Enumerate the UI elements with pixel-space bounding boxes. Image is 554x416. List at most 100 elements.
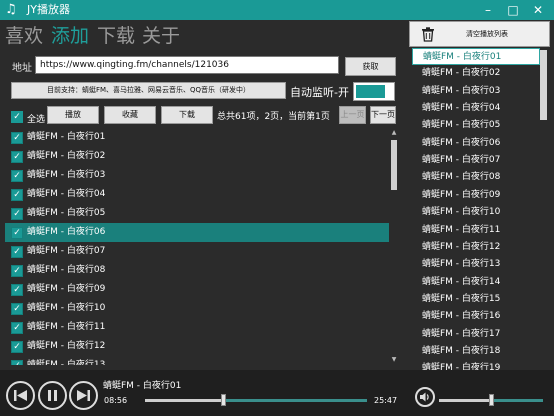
clear-playlist-label: 清空播放列表 (466, 30, 508, 38)
track-row[interactable]: ✓ 蜻蜓FM - 白夜行10 (5, 299, 389, 318)
playlist-item[interactable]: 蜻蜓FM - 白夜行15 (412, 291, 540, 308)
select-all-checkbox[interactable]: ✓ (11, 111, 23, 123)
playlist-item-title: 蜻蜓FM - 白夜行16 (422, 311, 501, 322)
playlist[interactable]: 蜻蜓FM - 白夜行01 蜻蜓FM - 白夜行02 蜻蜓FM - 白夜行03 蜻蜓FM… (412, 48, 540, 370)
progress-fill (145, 399, 223, 402)
track-list[interactable]: ✓ 蜻蜓FM - 白夜行01 ✓ 蜻蜓FM - 白夜行02 ✓ 蜻蜓FM - 白夜行03 ✓… (5, 128, 389, 365)
track-row[interactable]: ✓ 蜻蜓FM - 白夜行04 (5, 185, 389, 204)
track-checkbox[interactable]: ✓ (11, 170, 23, 182)
playlist-item-title: 蜻蜓FM - 白夜行02 (422, 68, 501, 79)
playlist-item-title: 蜻蜓FM - 白夜行05 (422, 120, 501, 131)
playlist-item[interactable]: 蜻蜓FM - 白夜行19 (412, 360, 540, 370)
playlist-item[interactable]: 蜻蜓FM - 白夜行05 (412, 117, 540, 134)
track-title: 蜻蜓FM - 白夜行11 (27, 322, 106, 332)
track-checkbox[interactable]: ✓ (11, 208, 23, 220)
playlist-item-title: 蜻蜓FM - 白夜行12 (422, 241, 501, 252)
playlist-item-title: 蜻蜓FM - 白夜行03 (422, 85, 501, 96)
playlist-item[interactable]: 蜻蜓FM - 白夜行16 (412, 308, 540, 325)
maximize-icon[interactable]: □ (502, 0, 524, 20)
track-row[interactable]: ✓ 蜻蜓FM - 白夜行01 (5, 128, 389, 147)
download-button[interactable]: 下载 (161, 106, 213, 124)
track-title: 蜻蜓FM - 白夜行06 (27, 227, 106, 237)
playlist-item-title: 蜻蜓FM - 白夜行07 (422, 155, 501, 166)
track-row[interactable]: ✓ 蜻蜓FM - 白夜行02 (5, 147, 389, 166)
total-time: 25:47 (374, 396, 398, 405)
tab-add[interactable]: 添加 (51, 24, 89, 48)
tab-about[interactable]: 关于 (142, 24, 180, 48)
playlist-item[interactable]: 蜻蜓FM - 白夜行06 (412, 135, 540, 152)
track-checkbox[interactable]: ✓ (11, 151, 23, 163)
scroll-down-icon[interactable]: ▼ (390, 356, 398, 364)
trash-icon (422, 27, 434, 42)
track-checkbox[interactable]: ✓ (11, 246, 23, 258)
volume-slider-thumb[interactable] (489, 394, 494, 406)
track-title: 蜻蜓FM - 白夜行07 (27, 246, 106, 256)
track-row[interactable]: ✓ 蜻蜓FM - 白夜行09 (5, 280, 389, 299)
playlist-item[interactable]: 蜻蜓FM - 白夜行11 (412, 222, 540, 239)
track-checkbox[interactable]: ✓ (11, 341, 23, 353)
playlist-item-title: 蜻蜓FM - 白夜行13 (422, 259, 501, 270)
playlist-item[interactable]: 蜻蜓FM - 白夜行12 (412, 239, 540, 256)
playlist-item[interactable]: 蜻蜓FM - 白夜行03 (412, 83, 540, 100)
track-checkbox[interactable]: ✓ (11, 189, 23, 201)
playlist-item[interactable]: 蜻蜓FM - 白夜行04 (412, 100, 540, 117)
auto-monitor-toggle[interactable] (353, 82, 395, 101)
address-input[interactable] (35, 56, 339, 74)
favorite-button[interactable]: 收藏 (104, 106, 156, 124)
fetch-button[interactable]: 获取 (345, 57, 396, 76)
playlist-item-title: 蜻蜓FM - 白夜行08 (422, 172, 501, 183)
minimize-icon[interactable]: – (477, 0, 499, 20)
skip-back-icon (14, 390, 27, 401)
track-checkbox[interactable]: ✓ (11, 303, 23, 315)
playlist-item[interactable]: 蜻蜓FM - 白夜行13 (412, 256, 540, 273)
track-checkbox[interactable]: ✓ (11, 322, 23, 334)
playlist-item[interactable]: 蜻蜓FM - 白夜行14 (412, 274, 540, 291)
track-checkbox[interactable]: ✓ (11, 265, 23, 277)
track-checkbox[interactable]: ✓ (11, 227, 23, 239)
tab-download[interactable]: 下载 (97, 24, 135, 48)
track-row[interactable]: ✓ 蜻蜓FM - 白夜行11 (5, 318, 389, 337)
track-row[interactable]: ✓ 蜻蜓FM - 白夜行06 (5, 223, 389, 242)
playlist-scrollbar[interactable] (540, 50, 547, 120)
now-playing-title: 蜻蜓FM - 白夜行01 (103, 381, 182, 391)
track-row[interactable]: ✓ 蜻蜓FM - 白夜行12 (5, 337, 389, 356)
scroll-up-icon[interactable]: ▲ (390, 129, 398, 137)
track-list-scrollbar[interactable] (391, 140, 397, 190)
playlist-item-title: 蜻蜓FM - 白夜行15 (422, 293, 501, 304)
track-row[interactable]: ✓ 蜻蜓FM - 白夜行13 (5, 356, 389, 365)
progress-slider-thumb[interactable] (221, 394, 226, 406)
playlist-item-title: 蜻蜓FM - 白夜行06 (422, 137, 501, 148)
next-page-button[interactable]: 下一页 (370, 106, 396, 124)
playlist-item[interactable]: 蜻蜓FM - 白夜行17 (412, 326, 540, 343)
clear-playlist-button[interactable]: 清空播放列表 (409, 21, 550, 47)
volume-icon[interactable] (415, 387, 435, 407)
prev-page-button[interactable]: 上一页 (339, 106, 366, 124)
playlist-item[interactable]: 蜻蜓FM - 白夜行01 (412, 48, 540, 65)
previous-track-button[interactable] (6, 381, 35, 410)
close-icon[interactable]: ✕ (527, 0, 549, 20)
track-row[interactable]: ✓ 蜻蜓FM - 白夜行03 (5, 166, 389, 185)
track-row[interactable]: ✓ 蜻蜓FM - 白夜行07 (5, 242, 389, 261)
track-checkbox[interactable]: ✓ (11, 360, 23, 365)
select-all-label: 全选 (27, 115, 46, 125)
playlist-item[interactable]: 蜻蜓FM - 白夜行10 (412, 204, 540, 221)
playlist-item[interactable]: 蜻蜓FM - 白夜行09 (412, 187, 540, 204)
playlist-item-title: 蜻蜓FM - 白夜行09 (422, 189, 501, 200)
playlist-item[interactable]: 蜻蜓FM - 白夜行08 (412, 169, 540, 186)
track-row[interactable]: ✓ 蜻蜓FM - 白夜行08 (5, 261, 389, 280)
playlist-item[interactable]: 蜻蜓FM - 白夜行18 (412, 343, 540, 360)
supported-sources-button[interactable]: 目前支持：蜻蜓FM、喜马拉雅、网易云音乐、QQ音乐（研发中） (11, 82, 286, 99)
track-title: 蜻蜓FM - 白夜行03 (27, 170, 106, 180)
next-track-button[interactable] (69, 381, 98, 410)
track-row[interactable]: ✓ 蜻蜓FM - 白夜行05 (5, 204, 389, 223)
playlist-item[interactable]: 蜻蜓FM - 白夜行02 (412, 65, 540, 82)
title-bar[interactable] (0, 0, 554, 20)
play-pause-button[interactable] (38, 381, 67, 410)
playlist-item-title: 蜻蜓FM - 白夜行10 (422, 207, 501, 218)
tab-like[interactable]: 喜欢 (5, 24, 43, 48)
address-label: 地址 (12, 63, 32, 74)
playlist-item[interactable]: 蜻蜓FM - 白夜行07 (412, 152, 540, 169)
track-checkbox[interactable]: ✓ (11, 132, 23, 144)
play-button[interactable]: 播放 (47, 106, 99, 124)
track-checkbox[interactable]: ✓ (11, 284, 23, 296)
